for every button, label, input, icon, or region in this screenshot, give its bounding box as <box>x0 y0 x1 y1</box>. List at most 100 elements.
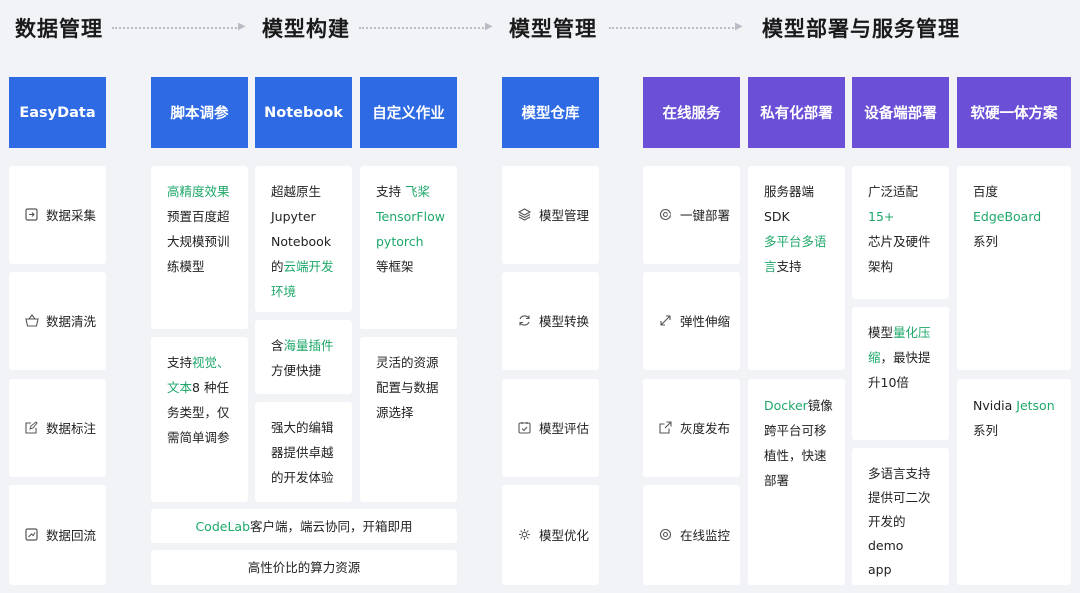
card-text: ，最快提 <box>880 350 931 365</box>
service-item-autoscale[interactable]: 弹性伸缩 <box>643 272 740 370</box>
service-item-monitor[interactable]: 在线监控 <box>643 485 740 585</box>
card-text: 含 <box>271 338 284 353</box>
basket-icon <box>25 314 39 328</box>
tile-online-service[interactable]: 在线服务 <box>643 77 740 148</box>
model-item-label: 模型评估 <box>539 420 590 436</box>
highlight-text: Jetson <box>1016 398 1055 413</box>
data-item-clean[interactable]: 数据清洗 <box>9 272 106 370</box>
service-item-label: 一键部署 <box>680 207 731 223</box>
card-text: 的开发体验 <box>271 470 334 485</box>
card-text: 服务器端SDK <box>764 184 815 224</box>
card-text: 提供可二次 <box>868 490 931 505</box>
flow-arrow-icon: ▶ <box>238 21 246 32</box>
card-text: 8 种任 <box>192 380 229 395</box>
card-text: 客户端，端云协同，开箱即用 <box>250 518 413 534</box>
card-text: 多语言支持 <box>868 466 931 481</box>
tile-notebook[interactable]: Notebook <box>255 77 352 148</box>
card-text: 预置百度超 <box>167 209 230 224</box>
card-text: 练模型 <box>167 259 205 274</box>
card-text: 的 <box>271 259 284 274</box>
card-text: 模型 <box>868 325 894 340</box>
card-text: 器提供卓越 <box>271 445 334 460</box>
card-text: 高性价比的算力资源 <box>247 560 361 575</box>
data-item-backflow[interactable]: 数据回流 <box>9 485 106 585</box>
card-text: 灵活的资源 <box>376 355 439 370</box>
card-text: 架构 <box>868 259 894 274</box>
header-model-build: 模型构建 <box>262 17 350 41</box>
highlight-text: Docker <box>764 398 808 413</box>
highlight-text: CodeLab <box>195 518 251 534</box>
notebook-card-editor: 强大的编辑 器提供卓越 的开发体验 <box>255 402 352 502</box>
custom-job-card-resources: 灵活的资源 配置与数据 源选择 <box>360 337 457 502</box>
card-text: 植性，快速 <box>764 448 827 463</box>
custom-job-card-frameworks: 支持 飞桨 TensorFlow pytorch 等框架 <box>360 166 457 329</box>
tile-script-tuning[interactable]: 脚本调参 <box>151 77 248 148</box>
gear-icon <box>518 528 532 542</box>
highlight-text: 飞桨 <box>404 184 430 199</box>
service-item-one-click-deploy[interactable]: 一键部署 <box>643 166 740 264</box>
edit-icon <box>25 421 39 435</box>
service-item-label: 在线监控 <box>680 527 731 543</box>
card-text: 部署 <box>764 473 790 488</box>
card-text: 系列 <box>973 234 999 249</box>
deploy-icon <box>659 208 673 222</box>
header-data-management: 数据管理 <box>15 17 103 41</box>
script-card-tasks: 支持视觉、 文本8 种任 务类型，仅 需简单调参 <box>151 337 248 502</box>
data-item-collect[interactable]: 数据采集 <box>9 166 106 264</box>
flow-arrow-icon: ▶ <box>735 21 743 32</box>
card-text: 务类型，仅 <box>167 405 230 420</box>
model-item-evaluate[interactable]: 模型评估 <box>502 379 599 477</box>
highlight-text: 缩 <box>868 350 881 365</box>
device-card-chips: 广泛适配 15+ 芯片及硬件 架构 <box>852 166 949 299</box>
card-text: 跨平台可移 <box>764 423 827 438</box>
flow-connector <box>359 27 487 29</box>
card-text: 等框架 <box>376 259 414 274</box>
refresh-icon <box>518 314 532 328</box>
model-item-convert[interactable]: 模型转换 <box>502 272 599 370</box>
highlight-text: 15+ <box>868 209 895 224</box>
model-item-manage[interactable]: 模型管理 <box>502 166 599 264</box>
card-text: 广泛适配 <box>868 184 919 199</box>
highlight-text: 言 <box>764 259 777 274</box>
tile-model-repository[interactable]: 模型仓库 <box>502 77 599 148</box>
card-text: 百度 <box>973 184 999 199</box>
highlight-text: 海量插件 <box>283 338 334 353</box>
service-item-label: 灰度发布 <box>680 420 731 436</box>
private-card-docker: Docker镜像 跨平台可移 植性，快速 部署 <box>748 379 845 585</box>
card-text: 升10倍 <box>868 375 909 390</box>
highlight-text: 多平台多语 <box>764 234 827 249</box>
card-text: 配置与数据 <box>376 380 439 395</box>
highlight-text: TensorFlow <box>376 209 445 224</box>
card-text: Jupyter <box>271 209 316 224</box>
notebook-card-plugins: 含海量插件 方便快捷 <box>255 320 352 394</box>
data-item-label: 数据清洗 <box>46 313 97 329</box>
header-deploy-service: 模型部署与服务管理 <box>762 17 960 41</box>
service-item-gray-release[interactable]: 灰度发布 <box>643 379 740 477</box>
model-item-optimize[interactable]: 模型优化 <box>502 485 599 585</box>
evaluate-icon <box>518 421 532 435</box>
highlight-text: 高精度效果 <box>167 184 230 199</box>
notebook-card-cloud: 超越原生 Jupyter Notebook 的云端开发 环境 <box>255 166 352 312</box>
model-item-label: 模型转换 <box>539 313 590 329</box>
flow-arrow-icon: ▶ <box>485 21 493 32</box>
card-text: 超越原生 <box>271 184 322 199</box>
tile-easydata[interactable]: EasyData <box>9 77 106 148</box>
layers-icon <box>518 208 532 222</box>
hwsw-card-edgeboard: 百度 EdgeBoard 系列 <box>957 166 1071 370</box>
tile-private-deployment[interactable]: 私有化部署 <box>748 77 845 148</box>
card-text: app <box>868 562 892 577</box>
tile-device-deployment[interactable]: 设备端部署 <box>852 77 949 148</box>
tile-hardware-software[interactable]: 软硬一体方案 <box>957 77 1071 148</box>
data-item-label: 数据标注 <box>46 420 97 436</box>
data-item-label[interactable]: 数据标注 <box>9 379 106 477</box>
card-text: 大规模预训 <box>167 234 230 249</box>
collect-icon <box>25 208 39 222</box>
compute-resources-card: 高性价比的算力资源 <box>151 550 457 585</box>
expand-icon <box>659 314 673 328</box>
highlight-text: pytorch <box>376 234 424 249</box>
service-item-label: 弹性伸缩 <box>680 313 731 329</box>
tile-custom-job[interactable]: 自定义作业 <box>360 77 457 148</box>
flow-connector <box>609 27 737 29</box>
card-text: 开发的demo <box>868 514 906 553</box>
highlight-text: EdgeBoard <box>973 209 1042 224</box>
